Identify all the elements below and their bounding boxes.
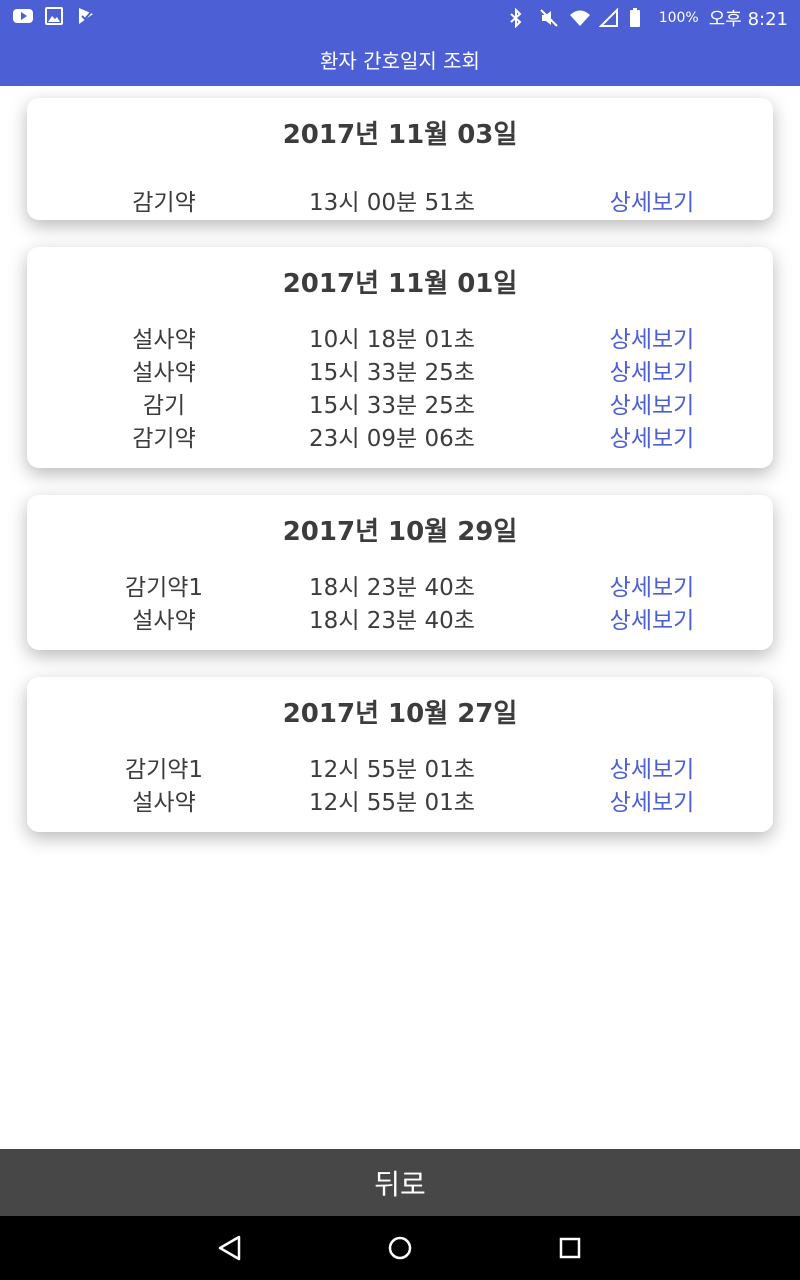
log-row: 감기약 23시 09분 06초 상세보기 — [27, 423, 773, 456]
status-bar-left-icons — [12, 6, 96, 26]
nursing-log-list[interactable]: 2017년 11월 03일 감기약 13시 00분 51초 상세보기 2017년… — [0, 86, 800, 1149]
log-row-time: 18시 23분 40초 — [309, 608, 475, 634]
log-card: 2017년 10월 27일 감기약1 12시 55분 01초 상세보기 설사약 … — [27, 677, 773, 832]
view-detail-link[interactable]: 상세보기 — [597, 390, 707, 423]
log-card-date: 2017년 10월 27일 — [282, 699, 518, 729]
log-row-name: 설사약 — [132, 360, 196, 386]
log-row-name: 감기 — [142, 393, 186, 419]
log-row-time: 10시 18분 01초 — [309, 327, 475, 353]
log-row-time: 12시 55분 01초 — [309, 757, 475, 783]
log-card-date: 2017년 11월 03일 — [282, 120, 518, 150]
log-row: 설사약 15시 33분 25초 상세보기 — [27, 357, 773, 390]
log-row-name: 설사약 — [132, 608, 196, 634]
signal-icon — [598, 7, 619, 28]
log-row: 감기약1 12시 55분 01초 상세보기 — [27, 754, 773, 787]
youtube-icon — [12, 6, 33, 26]
image-icon — [44, 6, 64, 26]
log-row-name: 감기약 — [132, 190, 196, 216]
view-detail-link[interactable]: 상세보기 — [597, 357, 707, 390]
status-bar-right: 100% 오후 8:21 — [509, 5, 788, 31]
log-row: 설사약 18시 23분 40초 상세보기 — [27, 605, 773, 638]
log-row: 설사약 10시 18분 01초 상세보기 — [27, 324, 773, 357]
log-row-time: 15시 33분 25초 — [309, 393, 475, 419]
battery-percent: 100% — [658, 10, 699, 26]
battery-icon — [629, 8, 649, 28]
status-bar: 100% 오후 8:21 — [0, 0, 800, 32]
log-card: 2017년 11월 03일 감기약 13시 00분 51초 상세보기 — [27, 98, 773, 220]
log-row-time: 15시 33분 25초 — [309, 360, 475, 386]
home-circle-icon[interactable] — [382, 1230, 418, 1266]
log-row-time: 13시 00분 51초 — [309, 190, 475, 216]
recents-square-icon[interactable] — [552, 1230, 588, 1266]
log-row-name: 감기약1 — [124, 757, 204, 783]
back-button[interactable]: 뒤로 — [0, 1149, 800, 1216]
log-row-time: 12시 55분 01초 — [309, 790, 475, 816]
page-title: 환자 간호일지 조회 — [320, 48, 480, 73]
wifi-icon — [569, 8, 590, 28]
log-card-date: 2017년 11월 01일 — [282, 269, 518, 299]
log-row: 감기약1 18시 23분 40초 상세보기 — [27, 572, 773, 605]
log-row: 설사약 12시 55분 01초 상세보기 — [27, 787, 773, 820]
view-detail-link[interactable]: 상세보기 — [597, 754, 707, 787]
back-triangle-icon[interactable] — [212, 1230, 248, 1266]
app-notification-icon — [76, 6, 96, 26]
log-card-date: 2017년 10월 29일 — [282, 517, 518, 547]
log-row-time: 18시 23분 40초 — [309, 575, 475, 601]
app-bar: 환자 간호일지 조회 — [0, 32, 800, 86]
view-detail-link[interactable]: 상세보기 — [597, 187, 707, 220]
view-detail-link[interactable]: 상세보기 — [597, 324, 707, 357]
view-detail-link[interactable]: 상세보기 — [597, 605, 707, 638]
log-row-name: 감기약1 — [124, 575, 204, 601]
back-button-label: 뒤로 — [374, 1167, 426, 1201]
log-row: 감기약 13시 00분 51초 상세보기 — [27, 187, 773, 220]
bluetooth-icon — [509, 7, 529, 29]
mute-icon — [539, 8, 559, 28]
log-card: 2017년 10월 29일 감기약1 18시 23분 40초 상세보기 설사약 … — [27, 495, 773, 650]
view-detail-link[interactable]: 상세보기 — [597, 423, 707, 456]
log-row-name: 설사약 — [132, 327, 196, 353]
log-row: 감기 15시 33분 25초 상세보기 — [27, 390, 773, 423]
status-clock: 오후 8:21 — [708, 9, 788, 30]
system-nav-bar — [0, 1216, 800, 1280]
log-row-name: 감기약 — [132, 426, 196, 452]
view-detail-link[interactable]: 상세보기 — [597, 572, 707, 605]
log-row-time: 23시 09분 06초 — [309, 426, 475, 452]
log-card: 2017년 11월 01일 설사약 10시 18분 01초 상세보기 설사약 1… — [27, 247, 773, 468]
view-detail-link[interactable]: 상세보기 — [597, 787, 707, 820]
log-row-name: 설사약 — [132, 790, 196, 816]
